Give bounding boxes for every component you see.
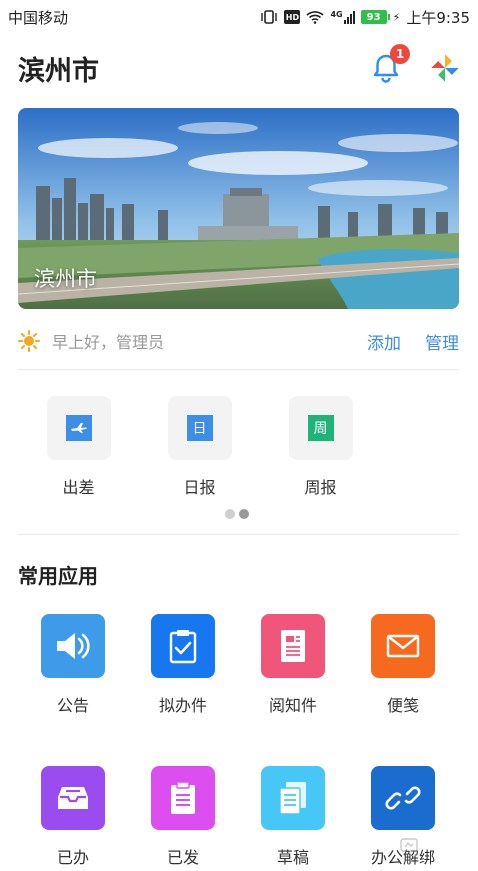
hd-icon: HD: [284, 10, 301, 24]
sun-icon: [18, 330, 40, 352]
page-title: 滨州市: [18, 55, 99, 87]
quick-item-business-trip[interactable]: 出差: [18, 396, 139, 498]
app-sent[interactable]: 已发: [128, 766, 238, 868]
quick-item-daily-report[interactable]: 日 日报: [139, 396, 260, 498]
app-notes[interactable]: 便笺: [348, 614, 458, 716]
daily-report-icon: 日: [186, 415, 213, 441]
plane-icon: [65, 415, 92, 441]
daily-report-icon-glyph: 日: [192, 421, 207, 437]
app-label: 公告: [56, 696, 89, 715]
app-header: 滨州市 1: [0, 36, 478, 100]
greeting-actions: 添加 管理: [367, 329, 459, 354]
unlink-icon: [385, 786, 421, 810]
network-type-label: 4G: [330, 10, 343, 19]
battery-level: 93: [366, 11, 381, 23]
section-title-common-apps: 常用应用: [18, 564, 98, 588]
app-icon-tile: [261, 766, 325, 830]
quick-actions: 出差 日 日报 周 周报: [18, 396, 459, 498]
signal-icon: 4G: [330, 10, 355, 24]
vibrate-icon: [261, 10, 278, 24]
charging-icon: ⚡: [392, 10, 401, 24]
pinwheel-logo-icon: [430, 53, 460, 83]
manage-button[interactable]: 管理: [425, 329, 459, 354]
notification-button[interactable]: 1: [370, 44, 410, 84]
quick-item-label: 日报: [183, 478, 216, 497]
status-icons: HD 4G 93 ⚡ 上午9:35: [260, 7, 470, 28]
wifi-icon: [306, 11, 324, 24]
weekly-report-icon: 周: [307, 415, 334, 441]
header-actions: 1: [370, 44, 460, 84]
document-icon: [281, 630, 305, 662]
watermark-icon: [400, 838, 418, 852]
documents-icon: [279, 782, 306, 815]
mail-icon: [386, 634, 420, 658]
quick-item-label: 出差: [62, 478, 95, 497]
page-dot-active[interactable]: [239, 509, 249, 519]
clipboard-check-icon: [169, 630, 197, 664]
divider: [18, 534, 459, 535]
app-label: 已发: [166, 848, 199, 867]
inbox-tray-icon: [58, 787, 88, 809]
city-banner[interactable]: 滨州市: [18, 108, 459, 309]
app-switcher-button[interactable]: [430, 53, 460, 83]
app-icon-tile: [151, 614, 215, 678]
common-apps-grid: 公告 拟办件 阅知件 便笺 已办 已发 草稿 办公解绑: [18, 614, 459, 868]
status-bar: 中国移动 HD 4G 93 ⚡ 上午9:35: [0, 0, 478, 34]
clock: 上午9:35: [406, 8, 470, 27]
app-icon-tile: [371, 766, 435, 830]
app-label: 草稿: [276, 848, 309, 867]
page-dot[interactable]: [225, 509, 235, 519]
page-indicator: [225, 509, 249, 519]
add-button[interactable]: 添加: [367, 329, 401, 354]
app-label: 阅知件: [268, 696, 317, 715]
divider: [18, 369, 459, 370]
app-announcement[interactable]: 公告: [18, 614, 128, 716]
speaker-icon: [57, 633, 90, 659]
app-icon-tile: [41, 766, 105, 830]
greeting-row: 早上好，管理员 添加 管理: [18, 326, 459, 356]
app-icon-tile: [371, 614, 435, 678]
carrier-name: 中国移动: [8, 8, 69, 27]
app-label: 便笺: [386, 696, 419, 715]
app-done[interactable]: 已办: [18, 766, 128, 868]
quick-item-label: 周报: [304, 478, 337, 497]
app-icon-tile: [41, 614, 105, 678]
notification-badge: 1: [390, 44, 410, 64]
quick-icon-box: 周: [288, 396, 353, 460]
app-icon-tile: [261, 614, 325, 678]
quick-icon-box: 日: [167, 396, 232, 460]
quick-icon-box: [46, 396, 111, 460]
clipboard-list-icon: [171, 781, 195, 814]
app-icon-tile: [151, 766, 215, 830]
app-label: 已办: [56, 848, 89, 867]
app-label: 拟办件: [158, 696, 207, 715]
quick-item-weekly-report[interactable]: 周 周报: [260, 396, 381, 498]
battery-icon: 93: [360, 10, 390, 24]
weekly-report-icon-glyph: 周: [313, 421, 328, 437]
app-drafts[interactable]: 草稿: [238, 766, 348, 868]
app-pending-docs[interactable]: 拟办件: [128, 614, 238, 716]
greeting-text: 早上好，管理员: [52, 333, 165, 352]
banner-caption: 滨州市: [34, 267, 97, 291]
app-read-docs[interactable]: 阅知件: [238, 614, 348, 716]
